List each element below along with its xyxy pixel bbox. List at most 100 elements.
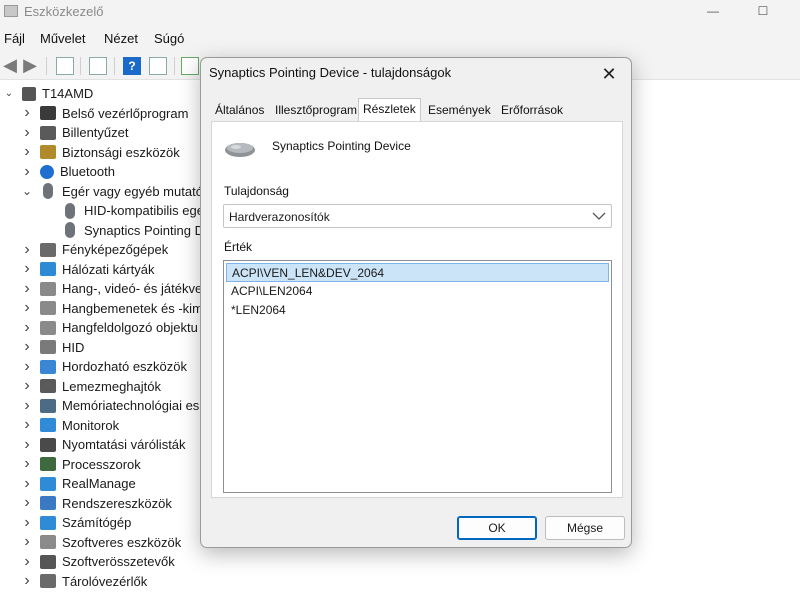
list-item[interactable]: *LEN2064 (226, 301, 609, 320)
menu-action[interactable]: Művelet (40, 31, 86, 46)
chevron-right-icon[interactable]: › (20, 299, 34, 317)
list-item[interactable]: ACPI\VEN_LEN&DEV_2064 (226, 263, 609, 282)
monitor-icon (40, 476, 56, 491)
tab-events[interactable]: Események (424, 100, 495, 120)
scan-hardware-icon[interactable] (180, 56, 200, 76)
tree-category-item[interactable]: › Belső vezérlőprogram (20, 104, 188, 124)
tree-category-item[interactable]: › Nyomtatási várólisták (20, 435, 186, 455)
minimize-button[interactable]: — (690, 0, 736, 26)
tree-category-item[interactable]: › RealManage (20, 474, 135, 494)
mouse-icon (43, 183, 53, 200)
storage-controller-icon (40, 574, 56, 589)
chevron-right-icon[interactable]: › (20, 397, 34, 415)
tree-item-label: Fényképezőgépek (62, 242, 169, 258)
chevron-right-icon[interactable]: › (20, 358, 34, 376)
forward-icon[interactable]: ▶ (20, 56, 40, 76)
tree-category-item[interactable]: › Szoftveres eszközök (20, 533, 181, 553)
chevron-right-icon[interactable]: › (20, 572, 34, 590)
tree-root[interactable]: ⌄ T14AMD (2, 84, 94, 104)
computer-icon (22, 86, 36, 101)
help-icon[interactable]: ? (122, 56, 142, 76)
chevron-right-icon[interactable]: › (20, 163, 34, 181)
chevron-right-icon[interactable]: › (20, 104, 34, 122)
chevron-right-icon[interactable]: › (20, 124, 34, 142)
menu-file[interactable]: Fájl (4, 31, 25, 46)
tree-category-item[interactable]: › Tárolóvezérlők (20, 572, 147, 592)
tab-general[interactable]: Általános (211, 100, 268, 120)
tree-category-item[interactable]: › Hang-, videó- és játékve (20, 279, 202, 299)
tree-category-item[interactable]: › Processzorok (20, 455, 140, 475)
tree-item-label: Hangbemenetek és -kim (62, 300, 203, 316)
chevron-right-icon[interactable]: › (20, 494, 34, 512)
tree-category-item[interactable]: › Hálózati kártyák (20, 260, 154, 280)
tree-category-item[interactable]: › Hangfeldolgozó objektu (20, 318, 198, 338)
tree-category-item[interactable]: › Bluetooth (20, 162, 115, 182)
chevron-right-icon[interactable]: › (20, 260, 34, 278)
chevron-right-icon[interactable]: › (20, 514, 34, 532)
chevron-right-icon[interactable]: › (20, 280, 34, 298)
tree-item-label: Szoftveres eszközök (62, 534, 182, 550)
computer-icon (40, 515, 56, 530)
chevron-down-icon[interactable]: ⌄ (20, 184, 34, 198)
tree-item-label: Hordozható eszközök (62, 359, 188, 375)
app-title: Eszközkezelő (24, 4, 104, 19)
tree-category-item[interactable]: › Fényképezőgépek (20, 240, 168, 260)
show-hide-console-tree-icon[interactable] (55, 56, 75, 76)
tree-category-item[interactable]: › Szoftverösszetevők (20, 552, 174, 572)
tree-category-item[interactable]: ⌄ Egér vagy egyéb mutató (20, 182, 203, 202)
chevron-right-icon[interactable]: › (20, 377, 34, 395)
chevron-right-icon[interactable]: › (20, 416, 34, 434)
tree-item-label: Lemezmeghajtók (62, 378, 161, 394)
chevron-right-icon[interactable]: › (20, 436, 34, 454)
tree-item-label: Monitorok (62, 417, 120, 433)
tree-category-item[interactable]: › Monitorok (20, 416, 119, 436)
tree-category-item[interactable]: › Hordozható eszközök (20, 357, 187, 377)
property-select[interactable]: Hardverazonosítók (223, 204, 612, 228)
tab-details[interactable]: Részletek (358, 98, 421, 122)
processor-icon (40, 457, 56, 472)
ok-button[interactable]: OK (457, 516, 537, 540)
tree-category-item[interactable]: › Biztonsági eszközök (20, 143, 179, 163)
tree-child-item[interactable]: HID-kompatibilis ege (42, 201, 204, 221)
tree-item-label: Nyomtatási várólisták (62, 437, 186, 453)
toolbar-separator (114, 57, 115, 75)
mouse-icon (65, 202, 75, 219)
tree-item-label: Bluetooth (60, 164, 115, 180)
chevron-right-icon[interactable]: › (20, 241, 34, 259)
list-item[interactable]: ACPI\LEN2064 (226, 282, 609, 301)
tree-category-item[interactable]: › Számítógép (20, 513, 131, 533)
view-icon[interactable] (148, 56, 168, 76)
system-device-icon (40, 496, 56, 511)
tree-item-label: Hálózati kártyák (62, 261, 155, 277)
details-panel: Synaptics Pointing Device Tulajdonság Ha… (211, 121, 623, 498)
tree-child-item[interactable]: Synaptics Pointing D (42, 221, 204, 241)
tree-category-item[interactable]: › Hangbemenetek és -kim (20, 299, 203, 319)
chevron-right-icon[interactable]: › (20, 455, 34, 473)
hid-icon (40, 340, 56, 355)
cancel-button[interactable]: Mégse (545, 516, 625, 540)
tree-category-item[interactable]: › Billentyűzet (20, 123, 128, 143)
back-icon[interactable]: ◀ (0, 56, 20, 76)
chevron-right-icon[interactable]: › (20, 553, 34, 571)
tree-root-label: T14AMD (42, 86, 94, 102)
chevron-right-icon[interactable]: › (20, 338, 34, 356)
chevron-right-icon[interactable]: › (20, 475, 34, 493)
tree-category-item[interactable]: › Rendszereszközök (20, 494, 172, 514)
tree-category-item[interactable]: › Memóriatechnológiai es (20, 396, 199, 416)
tab-resources[interactable]: Erőforrások (497, 100, 567, 120)
chevron-right-icon[interactable]: › (20, 319, 34, 337)
tab-driver[interactable]: Illesztőprogram (271, 100, 361, 120)
properties-icon[interactable] (88, 56, 108, 76)
menu-view[interactable]: Nézet (104, 31, 138, 46)
firmware-icon (40, 106, 56, 121)
chevron-right-icon[interactable]: › (20, 143, 34, 161)
chevron-right-icon[interactable]: › (20, 533, 34, 551)
property-label: Tulajdonság (224, 184, 289, 198)
maximize-button[interactable]: ☐ (740, 0, 786, 26)
menu-help[interactable]: Súgó (154, 31, 184, 46)
value-list[interactable]: ACPI\VEN_LEN&DEV_2064 ACPI\LEN2064 *LEN2… (223, 260, 612, 493)
close-icon[interactable]: ✕ (593, 60, 625, 88)
tree-category-item[interactable]: › HID (20, 338, 84, 358)
tree-category-item[interactable]: › Lemezmeghajtók (20, 377, 161, 397)
chevron-down-icon[interactable]: ⌄ (2, 88, 16, 99)
